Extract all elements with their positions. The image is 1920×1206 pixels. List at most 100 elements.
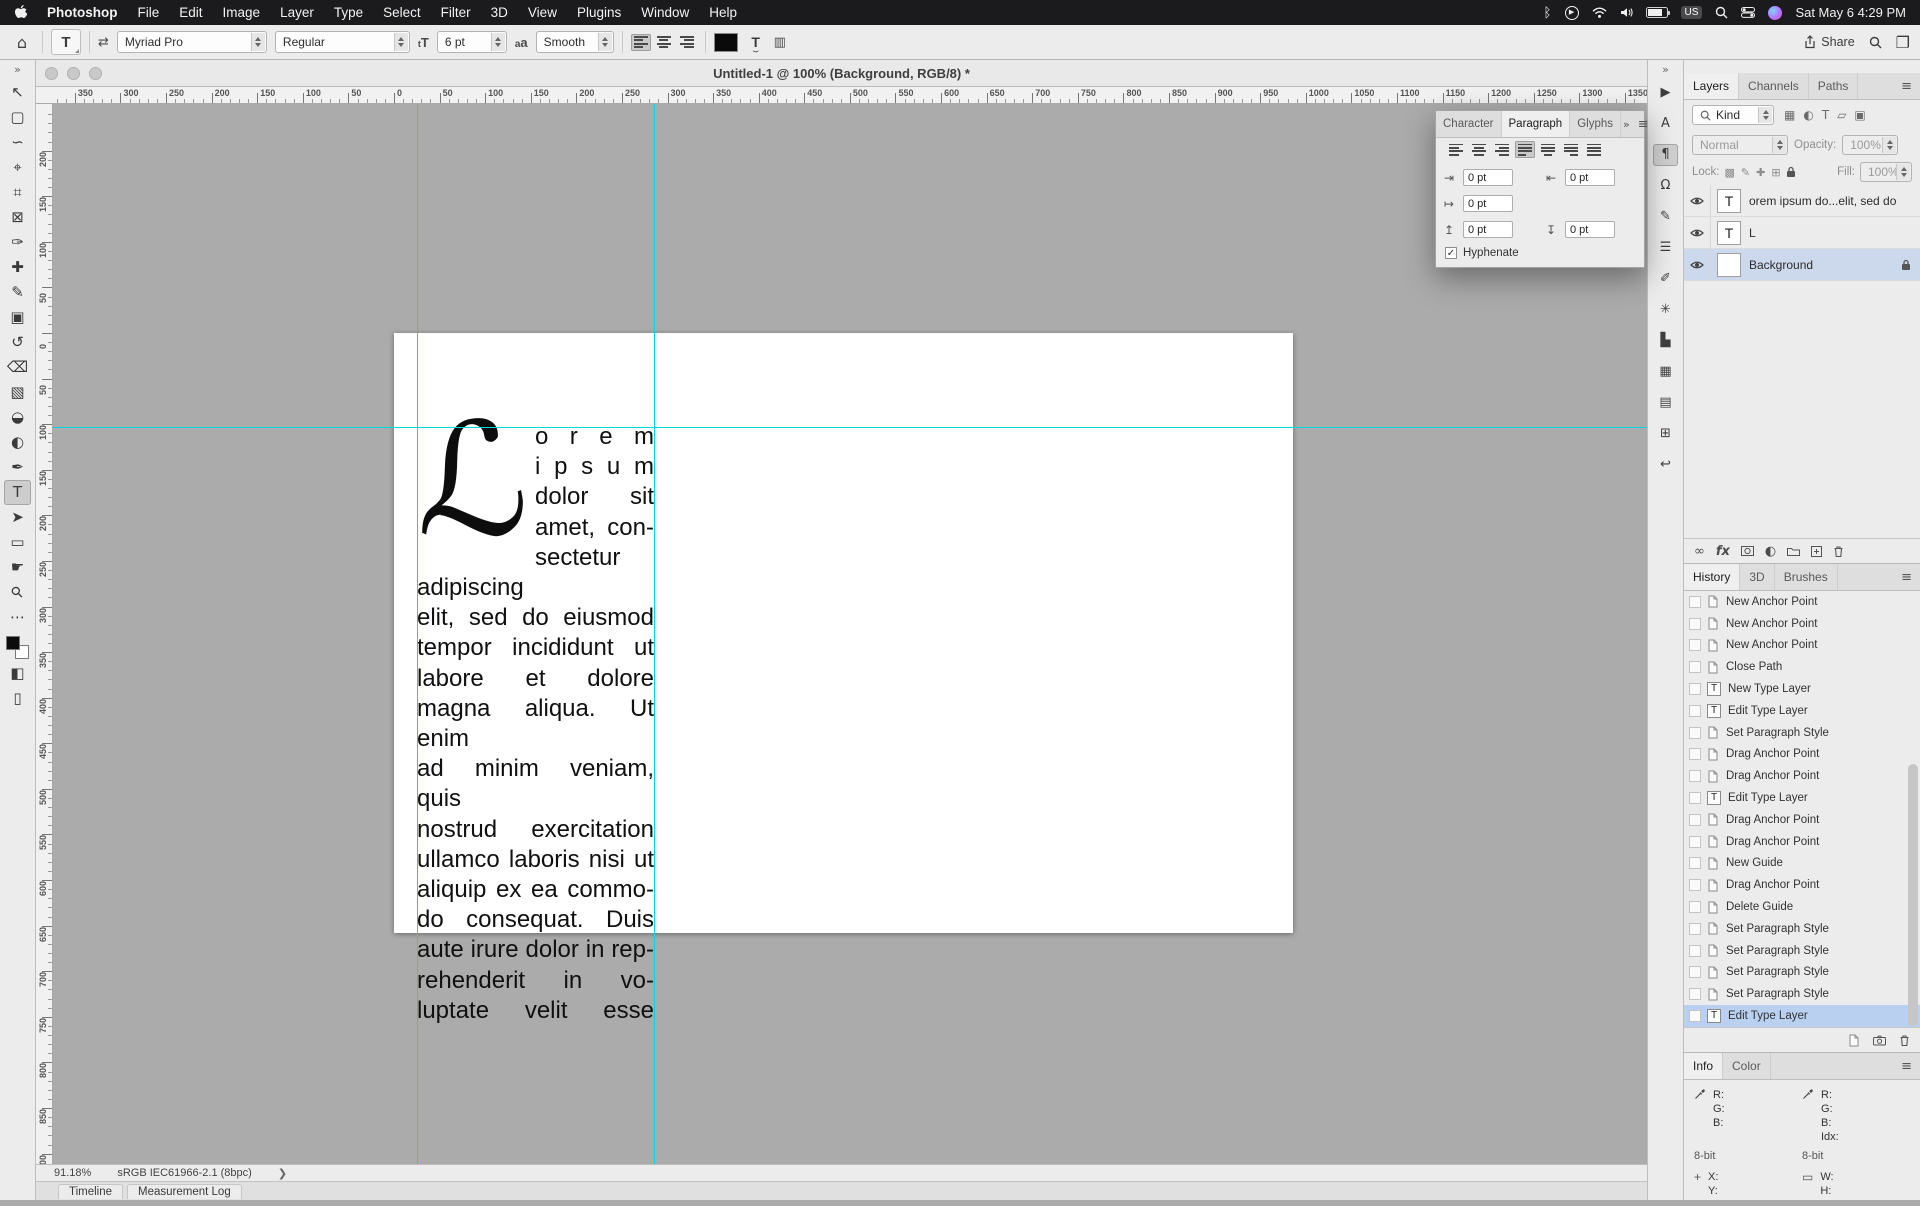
fill-select[interactable]: 100% <box>1860 162 1912 182</box>
history-state[interactable]: TEdit Type Layer <box>1684 787 1920 809</box>
tool-history-brush[interactable]: ↺ <box>4 330 31 355</box>
layer-thumbnail[interactable] <box>1717 253 1741 277</box>
text-color-swatch[interactable] <box>714 33 738 52</box>
align-left-icon[interactable] <box>631 34 651 51</box>
bluetooth-icon[interactable]: ᛒ <box>1543 5 1551 21</box>
opacity-select[interactable]: 100% <box>1842 135 1898 155</box>
tool-eraser[interactable]: ⌫ <box>4 355 31 380</box>
menu-layer[interactable]: Layer <box>270 5 324 20</box>
wifi-icon[interactable] <box>1592 5 1607 21</box>
tab-character[interactable]: Character <box>1436 111 1502 137</box>
quick-mask-icon[interactable]: ◧ <box>4 661 31 686</box>
tab-timeline[interactable]: Timeline <box>58 1184 123 1199</box>
keyboard-input-badge[interactable]: US <box>1681 6 1703 19</box>
tool-move[interactable]: ↖ <box>4 80 31 105</box>
layer-effects-icon[interactable]: fx <box>1716 544 1730 559</box>
panel-menu-icon[interactable]: ≡ <box>1893 73 1920 99</box>
layer-visibility-toggle[interactable] <box>1684 217 1711 248</box>
right-indent-field[interactable]: 0 pt <box>1565 169 1615 186</box>
first-line-indent-field[interactable]: 0 pt <box>1463 195 1513 212</box>
panel-menu-icon[interactable]: ≡ <box>1893 564 1920 590</box>
left-indent-field[interactable]: 0 pt <box>1463 169 1513 186</box>
align-left-icon[interactable] <box>1446 141 1466 158</box>
tab-channels[interactable]: Channels <box>1739 73 1809 99</box>
history-source-well[interactable] <box>1689 639 1701 651</box>
new-group-icon[interactable] <box>1787 546 1800 556</box>
link-layers-icon[interactable]: ∞ <box>1694 544 1705 559</box>
panel-icon-info[interactable]: ⊞ <box>1653 423 1678 445</box>
font-style-select[interactable]: Regular <box>275 31 410 53</box>
new-layer-icon[interactable] <box>1811 546 1822 557</box>
history-state[interactable]: New Anchor Point <box>1684 613 1920 635</box>
workspace-switcher-icon[interactable]: ❐ <box>1896 33 1910 52</box>
justify-last-left-icon[interactable] <box>1515 141 1535 158</box>
menu-photoshop[interactable]: Photoshop <box>37 5 128 20</box>
tab-info[interactable]: Info <box>1684 1053 1723 1079</box>
panel-menu-icon[interactable]: ≡ <box>1632 111 1655 137</box>
toggle-panels-icon[interactable]: ▥ <box>774 35 786 50</box>
spotlight-icon[interactable] <box>1715 5 1728 21</box>
history-source-well[interactable] <box>1689 814 1701 826</box>
lock-transparency-icon[interactable]: ▩ <box>1725 166 1735 179</box>
history-scrollbar[interactable] <box>1908 764 1918 1026</box>
history-source-well[interactable] <box>1689 966 1701 978</box>
history-state[interactable]: New Anchor Point <box>1684 635 1920 657</box>
document-titlebar[interactable]: Untitled-1 @ 100% (Background, RGB/8) * <box>36 60 1647 87</box>
foreground-background-swatches[interactable] <box>4 634 31 661</box>
tab-brushes[interactable]: Brushes <box>1775 564 1838 590</box>
history-source-well[interactable] <box>1689 857 1701 869</box>
vertical-ruler[interactable]: 2001501005005010015020025030035040045050… <box>36 104 53 1164</box>
current-tool-icon[interactable]: T <box>51 29 81 55</box>
space-after-field[interactable]: 0 pt <box>1565 221 1615 238</box>
screen-mode-icon[interactable]: ▯ <box>4 686 31 711</box>
filter-shape-layers-icon[interactable]: ▱ <box>1837 108 1846 122</box>
tool-lasso[interactable]: ∽ <box>4 130 31 155</box>
history-state[interactable]: Delete Guide <box>1684 896 1920 918</box>
siri-icon[interactable] <box>1768 5 1782 21</box>
filter-pixel-layers-icon[interactable]: ▦ <box>1784 108 1795 122</box>
history-source-well[interactable] <box>1689 596 1701 608</box>
tool-healing-brush[interactable]: ✚ <box>4 255 31 280</box>
vertical-guide[interactable] <box>654 104 655 1164</box>
panel-icon-glyphs[interactable]: Ω <box>1653 175 1678 197</box>
align-right-icon[interactable] <box>677 34 697 51</box>
justify-last-center-icon[interactable] <box>1538 141 1558 158</box>
history-state[interactable]: New Guide <box>1684 853 1920 875</box>
tool-brush[interactable]: ✎ <box>4 280 31 305</box>
panel-icon-character[interactable]: A <box>1653 113 1678 135</box>
canvas-area[interactable]: 2001501005005010015020025030035040045050… <box>36 104 1647 1164</box>
menu-edit[interactable]: Edit <box>169 5 212 20</box>
menu-select[interactable]: Select <box>373 5 431 20</box>
history-source-well[interactable] <box>1689 705 1701 717</box>
tool-frame[interactable]: ⊠ <box>4 205 31 230</box>
filter-smart-objects-icon[interactable]: ▣ <box>1854 108 1865 122</box>
history-source-well[interactable] <box>1689 748 1701 760</box>
document-canvas[interactable]: ℒ o r e mi p s u mdolor sitamet, con-sec… <box>394 333 1293 933</box>
history-state[interactable]: Set Paragraph Style <box>1684 918 1920 940</box>
tool-pen[interactable]: ✒ <box>4 455 31 480</box>
layer-visibility-toggle[interactable] <box>1684 185 1711 216</box>
history-state[interactable]: New Anchor Point <box>1684 591 1920 613</box>
tab-paragraph[interactable]: Paragraph <box>1502 111 1571 137</box>
search-icon[interactable] <box>1869 36 1882 49</box>
layer-thumbnail[interactable]: T <box>1717 189 1741 213</box>
justify-last-right-icon[interactable] <box>1561 141 1581 158</box>
history-state[interactable]: Set Paragraph Style <box>1684 940 1920 962</box>
history-state[interactable]: Drag Anchor Point <box>1684 809 1920 831</box>
tool-type[interactable]: T <box>4 480 31 505</box>
collapse-panel-icon[interactable]: » <box>1621 111 1632 137</box>
foreground-color-swatch[interactable] <box>6 636 20 650</box>
toolbar-expand-icon[interactable]: » <box>14 63 21 76</box>
layer-thumbnail[interactable]: T <box>1717 221 1741 245</box>
history-source-well[interactable] <box>1689 879 1701 891</box>
menu-type[interactable]: Type <box>324 5 373 20</box>
vertical-guide[interactable] <box>417 104 418 1164</box>
apple-menu[interactable] <box>0 5 37 20</box>
menu-file[interactable]: File <box>128 5 170 20</box>
menu-view[interactable]: View <box>518 5 567 20</box>
history-state[interactable]: Drag Anchor Point <box>1684 874 1920 896</box>
history-source-well[interactable] <box>1689 792 1701 804</box>
new-adjustment-layer-icon[interactable]: ◐ <box>1765 544 1776 559</box>
filter-adjustment-layers-icon[interactable]: ◐ <box>1803 108 1813 122</box>
font-size-select[interactable]: 6 pt <box>437 31 507 53</box>
